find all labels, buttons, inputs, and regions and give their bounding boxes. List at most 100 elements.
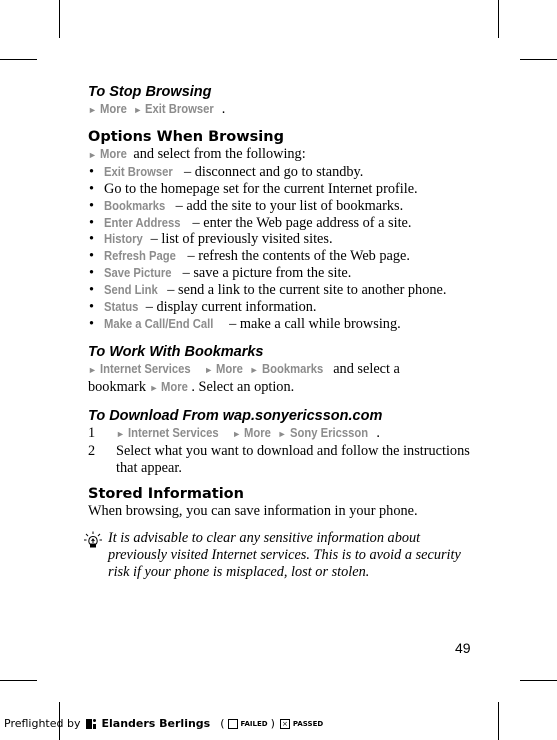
stored-text: When browsing, you can save information … bbox=[88, 503, 418, 520]
option-description: – send a link to the current site to ano… bbox=[163, 282, 447, 299]
page-content: To Stop Browsing ► More ► Exit Browser. Op… bbox=[84, 84, 478, 581]
crop-mark bbox=[498, 0, 499, 38]
bookmarks-text: and select a bbox=[329, 360, 400, 377]
arrow-icon: ► bbox=[149, 382, 159, 393]
arrow-icon: ► bbox=[277, 428, 287, 439]
arrow-icon: ► bbox=[133, 105, 143, 115]
passed-label: PASSED bbox=[292, 719, 324, 728]
stop-browsing-path: ► More ► Exit Browser. bbox=[88, 101, 478, 119]
option-item: • Refresh Page – refresh the contents of … bbox=[88, 248, 478, 265]
elanders-logo-icon bbox=[86, 718, 97, 729]
step-text: Select what you want to download and fol… bbox=[116, 442, 470, 476]
crop-mark bbox=[59, 0, 60, 38]
options-intro: ► More and select from the following: bbox=[88, 146, 478, 164]
bullet-icon: • bbox=[89, 231, 95, 248]
cmd-bookmarks: Bookmarks bbox=[261, 361, 323, 376]
bullet-icon: • bbox=[89, 197, 95, 214]
option-item: • Go to the homepage set for the current … bbox=[88, 181, 478, 198]
brand-name: Elanders Berlings bbox=[101, 717, 211, 730]
paren: ) bbox=[270, 717, 275, 730]
option-item: • Send Link – send a link to the current … bbox=[88, 282, 478, 299]
crop-mark bbox=[0, 680, 37, 681]
bullet-icon: • bbox=[89, 315, 95, 332]
heading-options-when-browsing: Options When Browsing bbox=[88, 128, 284, 145]
bullet-icon: • bbox=[89, 265, 95, 282]
bookmarks-path: ► Internet Services ► More ► Bookmarks and … bbox=[88, 361, 478, 379]
cmd-internet-services: Internet Services bbox=[127, 425, 219, 440]
passed-checkbox: × bbox=[279, 718, 290, 729]
crop-mark bbox=[0, 59, 37, 60]
paren: ( bbox=[220, 717, 225, 730]
option-item: • History – list of previously visited si… bbox=[88, 231, 478, 248]
crop-mark bbox=[498, 702, 499, 740]
step-item: 1 ► Internet Services ► More ► Sony Ericsso… bbox=[88, 425, 478, 443]
option-item: • Make a Call/End Call – make a call whil… bbox=[88, 316, 478, 333]
arrow-icon: ► bbox=[232, 428, 242, 439]
bullet-icon: • bbox=[89, 248, 95, 265]
option-description: – disconnect and go to standby. bbox=[180, 163, 364, 180]
heading-stop-browsing: To Stop Browsing bbox=[88, 84, 212, 100]
bullet-icon: • bbox=[89, 180, 95, 197]
option-command: Save Picture bbox=[104, 266, 172, 281]
arrow-icon: ► bbox=[88, 149, 97, 160]
intro-text: and select from the following: bbox=[129, 145, 306, 162]
punctuation: . bbox=[376, 424, 380, 441]
step-number: 1 bbox=[88, 424, 96, 441]
option-command: Send Link bbox=[104, 283, 158, 298]
option-item: • Save Picture – save a picture from the … bbox=[88, 265, 478, 282]
step-item: 2 Select what you want to download and f… bbox=[88, 443, 478, 477]
punctuation: . bbox=[221, 101, 226, 117]
bullet-icon: • bbox=[89, 214, 95, 231]
option-description: – add the site to your list of bookmarks… bbox=[172, 197, 404, 214]
cmd-more: More bbox=[99, 146, 127, 161]
bookmarks-text: . Select an option. bbox=[191, 378, 295, 395]
page-number: 49 bbox=[455, 640, 471, 656]
option-command: Refresh Page bbox=[104, 249, 176, 264]
option-item: • Bookmarks – add the site to your list o… bbox=[88, 198, 478, 215]
crop-mark bbox=[520, 680, 557, 681]
bullet-icon: • bbox=[89, 299, 95, 316]
option-command: Exit Browser bbox=[104, 164, 173, 179]
option-item: • Status – display current information. bbox=[88, 299, 478, 316]
cmd-exit-browser: Exit Browser bbox=[145, 102, 215, 116]
tip-text: It is advisable to clear any sensitive i… bbox=[108, 530, 461, 581]
cmd-more: More bbox=[99, 102, 127, 116]
cmd-internet-services: Internet Services bbox=[99, 361, 191, 376]
failed-label: FAILED bbox=[240, 719, 268, 728]
option-command: Make a Call/End Call bbox=[104, 316, 214, 331]
bookmarks-path-cont: bookmark ► More. Select an option. bbox=[88, 379, 478, 397]
option-description: – list of previously visited sites. bbox=[147, 231, 333, 248]
option-description: – refresh the contents of the Web page. bbox=[183, 248, 410, 265]
heading-download: To Download From wap.sonyericsson.com bbox=[88, 407, 383, 424]
option-description: – display current information. bbox=[142, 299, 317, 316]
option-description: Go to the homepage set for the current I… bbox=[104, 180, 418, 197]
lightbulb-icon bbox=[84, 531, 102, 548]
bullet-icon: • bbox=[89, 163, 95, 180]
option-command: Bookmarks bbox=[104, 198, 166, 213]
bullet-icon: • bbox=[89, 282, 95, 299]
heading-work-with-bookmarks: To Work With Bookmarks bbox=[88, 343, 264, 360]
option-command: Enter Address bbox=[104, 215, 181, 230]
step-number: 2 bbox=[88, 442, 96, 459]
option-item: • Exit Browser – disconnect and go to sta… bbox=[88, 164, 478, 181]
cmd-sony-ericsson: Sony Ericsson bbox=[289, 425, 368, 440]
bookmarks-text: bookmark bbox=[88, 378, 150, 395]
arrow-icon: ► bbox=[88, 105, 97, 115]
option-description: – save a picture from the site. bbox=[179, 265, 352, 282]
options-list: • Exit Browser – disconnect and go to sta… bbox=[88, 164, 478, 333]
option-command: Status bbox=[104, 300, 139, 315]
download-steps: 1 ► Internet Services ► More ► Sony Ericsso… bbox=[88, 425, 478, 477]
cmd-more: More bbox=[244, 425, 272, 440]
failed-checkbox bbox=[227, 718, 238, 729]
option-description: – make a call while browsing. bbox=[225, 315, 401, 332]
arrow-icon: ► bbox=[116, 428, 125, 439]
arrow-icon: ► bbox=[88, 364, 97, 375]
option-command: History bbox=[104, 232, 143, 247]
arrow-icon: ► bbox=[204, 364, 214, 375]
preflight-footer: Preflighted by Elanders Berlings ( FAILE… bbox=[4, 717, 326, 730]
cmd-more: More bbox=[161, 379, 189, 394]
heading-stored-information: Stored Information bbox=[88, 486, 244, 503]
tip-note: It is advisable to clear any sensitive i… bbox=[84, 530, 478, 581]
cmd-more: More bbox=[216, 361, 244, 376]
preflighted-label: Preflighted by bbox=[4, 717, 81, 730]
